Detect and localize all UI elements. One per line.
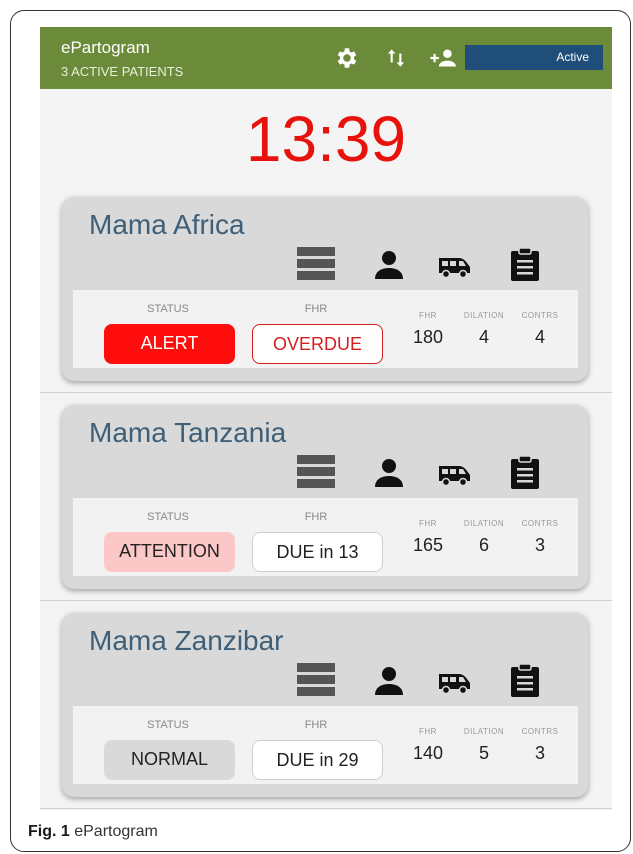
metric-label-dilation: DILATION [463,519,505,528]
card-separator [40,808,612,809]
person-icon[interactable] [374,663,404,697]
metric-value-dilation: 4 [478,327,489,347]
metric-label-fhr: FHR [419,311,437,320]
status-label: STATUS [147,719,189,731]
metric-value-dilation: 6 [478,535,489,555]
ambulance-icon[interactable] [436,247,472,281]
metric-label-fhr: FHR [419,519,437,528]
fhr-label: FHR [304,303,328,315]
fhr-label: FHR [304,511,328,523]
metric-label-contractions: CONTRS [521,727,559,736]
gear-icon[interactable] [334,45,360,71]
patient-card[interactable]: Mama Africa STATUS FHR ALERT OVERDUE FHR… [62,197,588,381]
patient-card[interactable]: Mama Tanzania STATUS FHR ATTENTION DUE i… [62,405,588,589]
fhr-due-button[interactable]: DUE in 13 [252,532,383,572]
status-badge[interactable]: NORMAL [104,740,235,780]
app-title: ePartogram [61,38,150,57]
stack-icon[interactable] [297,247,335,281]
stack-icon[interactable] [297,455,335,489]
patient-card[interactable]: Mama Zanzibar STATUS FHR NORMAL DUE in 2… [62,613,588,797]
active-status-field[interactable]: Active [465,45,603,70]
patient-summary-panel: STATUS FHR NORMAL DUE in 29 FHR 140 DILA… [73,706,578,784]
active-patients-count: 3 ACTIVE PATIENTS [61,64,184,79]
metric-value-dilation: 5 [478,743,489,763]
metric-value-fhr: 165 [412,535,444,555]
clock: 13:39 [245,103,407,175]
figure-number: Fig. 1 [28,823,70,840]
patient-summary-panel: STATUS FHR ATTENTION DUE in 13 FHR 165 D… [73,498,578,576]
patient-name: Mama Tanzania [89,417,287,448]
status-badge[interactable]: ATTENTION [104,532,235,572]
app-bar: ePartogram 3 ACTIVE PATIENTS Active [40,27,612,89]
metric-value-contractions: 3 [534,743,545,763]
sort-arrows-icon[interactable] [383,45,409,71]
fhr-label: FHR [304,719,328,731]
status-label: STATUS [147,511,189,523]
ambulance-icon[interactable] [436,455,472,489]
status-badge[interactable]: ALERT [104,324,235,364]
metric-value-contractions: 3 [534,535,545,555]
metric-label-fhr: FHR [419,727,437,736]
metric-value-fhr: 180 [412,327,444,347]
patient-summary-panel: STATUS FHR ALERT OVERDUE FHR 180 DILATIO… [73,290,578,368]
figure-caption: Fig. 1 ePartogram [28,823,158,841]
status-label: STATUS [147,303,189,315]
metric-label-contractions: CONTRS [521,519,559,528]
patient-name: Mama Africa [89,209,245,240]
card-separator [40,600,612,601]
fhr-due-button[interactable]: OVERDUE [252,324,383,364]
stack-icon[interactable] [297,663,335,697]
clipboard-icon[interactable] [509,663,541,697]
metric-label-dilation: DILATION [463,727,505,736]
ambulance-icon[interactable] [436,663,472,697]
metric-label-contractions: CONTRS [521,311,559,320]
clipboard-icon[interactable] [509,247,541,281]
card-separator [40,392,612,393]
person-icon[interactable] [374,247,404,281]
metric-value-contractions: 4 [534,327,545,347]
person-icon[interactable] [374,455,404,489]
figure-caption-text: ePartogram [74,823,158,840]
metric-label-dilation: DILATION [463,311,505,320]
add-person-icon[interactable] [425,45,457,71]
metric-value-fhr: 140 [412,743,444,763]
app-screen: ePartogram 3 ACTIVE PATIENTS Active 13:3… [40,27,612,810]
patient-name: Mama Zanzibar [89,625,284,656]
fhr-due-button[interactable]: DUE in 29 [252,740,383,780]
clipboard-icon[interactable] [509,455,541,489]
